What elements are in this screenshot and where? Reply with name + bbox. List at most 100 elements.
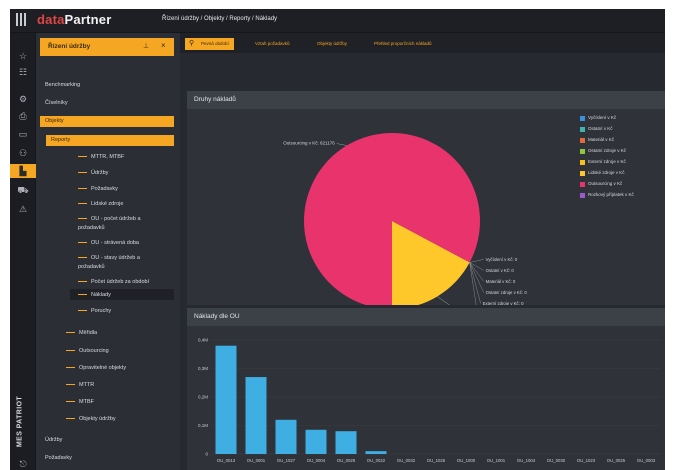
- sidebar-item-ou-doba[interactable]: OU - strávená doba: [78, 239, 139, 247]
- factory-icon[interactable]: ▙: [10, 164, 36, 178]
- panel-title: Druhy nákladů: [194, 96, 236, 103]
- callout-zero: Externí zdroje v Kč: 0: [483, 301, 524, 305]
- x-tick-label: OU_0003: [637, 458, 656, 463]
- x-tick-label: OU_1026: [427, 458, 446, 463]
- sidebar-item-objekty[interactable]: Objekty: [45, 117, 64, 125]
- folder-icon[interactable]: ▭: [16, 128, 30, 140]
- callout-line: [469, 259, 484, 263]
- sidebar-item-ou-stavy[interactable]: OU - stavy údržeb a: [78, 254, 140, 262]
- x-tick-label: OU_0025: [607, 458, 626, 463]
- app-window: dataPartner Řízení údržby / Objekty / Re…: [10, 9, 665, 470]
- car-icon[interactable]: ⛟: [16, 184, 30, 196]
- chart-legend: Vyčíslení v Kč Ostatní v Kč Materiál v Kč O…: [580, 114, 665, 202]
- legend-label: Externí zdroje v Kč: [588, 159, 626, 164]
- bar[interactable]: [365, 451, 387, 454]
- print-icon[interactable]: ⎙: [16, 110, 30, 122]
- icon-rail: ☆ ☷ ⚙ ⎙ ▭ ⚇ ▙ ⛟ ⚠ MES PATRIOT ⎋: [10, 33, 36, 470]
- pin-icon[interactable]: ⊥: [143, 42, 149, 50]
- legend-item[interactable]: Externí zdroje v Kč: [580, 158, 665, 169]
- x-tick-label: OU_0032: [397, 458, 416, 463]
- close-icon[interactable]: ×: [161, 41, 166, 50]
- x-tick-label: OU_0004: [307, 458, 326, 463]
- sidebar-item-reporty[interactable]: Reporty: [51, 136, 70, 144]
- panel-naklady-dle-ou: Náklady dle OU 0 0,1M 0,2M 0,3M 0,4M OU_0013 O…: [187, 308, 665, 470]
- tab-objekty-udrzby[interactable]: Objekty údržby: [312, 38, 352, 50]
- legend-item[interactable]: Materiál v Kč: [580, 136, 665, 147]
- sidebar-item-udrzby[interactable]: Údržby: [78, 169, 108, 177]
- panel-druhy-nakladu: Druhy nákladů Outsourcing v Kč: 621176Li…: [187, 91, 665, 305]
- legend-label: Materiál v Kč: [588, 137, 615, 142]
- exit-icon[interactable]: ⎋: [16, 458, 30, 470]
- legend-label: Ostatní v Kč: [588, 126, 613, 131]
- sidebar-item-naklady[interactable]: Náklady: [78, 291, 111, 299]
- users-icon[interactable]: ⚇: [16, 147, 30, 159]
- legend-swatch: [580, 116, 585, 121]
- legend-swatch: [580, 138, 585, 143]
- bar[interactable]: [275, 419, 297, 454]
- main-content: ⚲ Pevná období Vztah požadavků Objekty ú…: [180, 33, 665, 470]
- sidebar-item-mtbf[interactable]: MTBF: [66, 398, 94, 406]
- y-tick-label: 0: [205, 452, 208, 457]
- bar[interactable]: [335, 431, 357, 454]
- sidebar-item-mttr[interactable]: MTTR: [66, 381, 94, 389]
- legend-swatch: [580, 160, 585, 165]
- tab-vztah-pozadavku[interactable]: Vztah požadavků: [250, 38, 295, 50]
- warning-icon[interactable]: ⚠: [16, 203, 30, 215]
- legend-label: Rozkový příplatek v Kč: [588, 192, 634, 197]
- sidebar-item-pocet-udrzeb[interactable]: Počet údržeb za období: [78, 278, 149, 286]
- legend-label: Outsourcing v Kč: [588, 181, 623, 186]
- sidebar-header: Řízení údržby ⊥ ×: [40, 38, 174, 56]
- x-tick-label: OU_0030: [547, 458, 566, 463]
- callout-zero: Vyčíslení v Kč: 0: [486, 257, 518, 262]
- sidebar-item-outsourcing[interactable]: Outsourcing: [66, 347, 109, 355]
- top-bar: dataPartner Řízení údržby / Objekty / Re…: [10, 9, 665, 33]
- star-icon[interactable]: ☆: [16, 50, 30, 62]
- brand-vertical: MES PATRIOT: [16, 395, 24, 448]
- y-tick-label: 0,2M: [198, 395, 208, 400]
- x-tick-label: OU_0022: [367, 458, 386, 463]
- sidebar-item-lidske-zdroje[interactable]: Lidské zdroje: [78, 200, 123, 208]
- sidebar-item-opravitelne[interactable]: Opravitelné objekty: [66, 364, 126, 372]
- x-tick-label: OU_0013: [217, 458, 236, 463]
- bar[interactable]: [245, 377, 267, 454]
- breadcrumb: Řízení údržby / Objekty / Reporty / Nákl…: [162, 16, 278, 22]
- legend-swatch: [580, 127, 585, 132]
- legend-item[interactable]: Outsourcing v Kč: [580, 180, 665, 191]
- legend-item[interactable]: Vyčíslení v Kč: [580, 114, 665, 125]
- sidebar-item-ou-stavy-cont: požadavků: [78, 264, 105, 270]
- sidebar-item-udrzby-top[interactable]: Údržby: [45, 436, 62, 444]
- bar[interactable]: [215, 345, 237, 454]
- sidebar-item-benchmarking[interactable]: Benchmarking: [45, 81, 80, 89]
- sidebar-item-ou-pocet[interactable]: OU - počet údržeb a: [78, 215, 141, 223]
- app-logo: dataPartner: [37, 12, 111, 27]
- sidebar-item-pozadavky-top[interactable]: Požadavky: [45, 454, 72, 462]
- x-tick-label: OU_0029: [337, 458, 356, 463]
- menu-icon[interactable]: [16, 13, 28, 27]
- legend-item[interactable]: Rozkový příplatek v Kč: [580, 191, 665, 202]
- callout-line: [336, 143, 347, 146]
- legend-item[interactable]: Ostatní zdroje v Kč: [580, 147, 665, 158]
- tab-prehled-nakladu[interactable]: Přehled proporčních nákladů: [369, 38, 437, 50]
- legend-swatch: [580, 182, 585, 187]
- legend-label: Ostatní zdroje v Kč: [588, 148, 627, 153]
- settings-icon[interactable]: ⚙: [16, 93, 30, 105]
- callout-zero: Materiál v Kč: 0: [486, 279, 516, 284]
- tab-bar: ⚲ Pevná období Vztah požadavků Objekty ú…: [180, 33, 665, 53]
- logo-part-data: data: [37, 12, 65, 27]
- y-tick-label: 0,3M: [198, 366, 208, 371]
- bar[interactable]: [305, 429, 327, 454]
- tab-pevna-obdobi[interactable]: ⚲ Pevná období: [185, 38, 234, 50]
- pin-icon: ⚲: [189, 40, 195, 47]
- list-icon[interactable]: ☷: [16, 66, 30, 78]
- sidebar-item-meridla[interactable]: Měřidla: [66, 329, 97, 337]
- sidebar-item-objekty-udrzby[interactable]: Objekty údržby: [66, 415, 116, 423]
- legend-item[interactable]: Lidské zdroje v Kč: [580, 169, 665, 180]
- sidebar-item-mttr-mtbf[interactable]: MTTR, MTBF: [78, 153, 124, 161]
- sidebar-item-pozadavky[interactable]: Požadavky: [78, 185, 118, 193]
- legend-item[interactable]: Ostatní v Kč: [580, 125, 665, 136]
- legend-label: Vyčíslení v Kč: [588, 115, 617, 120]
- legend-swatch: [580, 149, 585, 154]
- sidebar-item-ciselniky[interactable]: Číselníky: [45, 99, 68, 107]
- pie-chart: Outsourcing v Kč: 621176Lidské zdroje v …: [283, 133, 527, 305]
- sidebar-item-poruchy[interactable]: Poruchy: [78, 307, 111, 315]
